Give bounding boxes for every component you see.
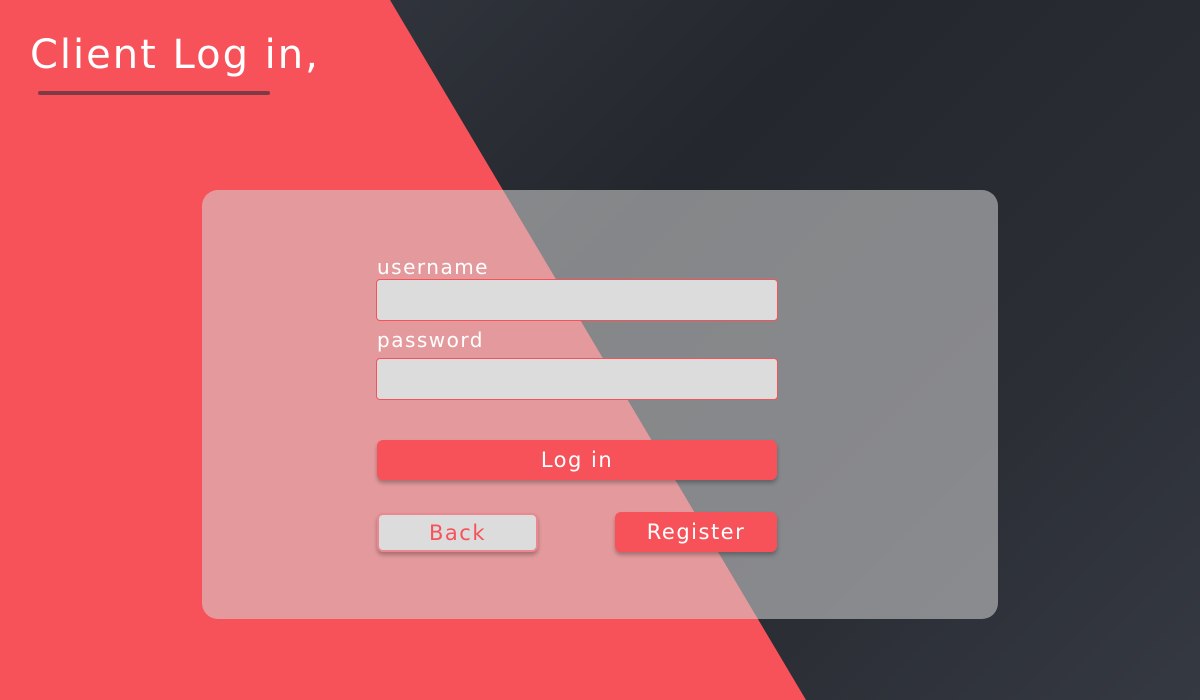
back-button[interactable]: Back: [377, 513, 538, 552]
page-title: Client Log in,: [30, 32, 320, 78]
login-panel: [202, 190, 998, 619]
username-field[interactable]: [376, 279, 778, 321]
password-label: password: [377, 328, 484, 352]
username-label: username: [377, 255, 489, 279]
register-button[interactable]: Register: [615, 512, 777, 552]
password-field[interactable]: [376, 358, 778, 400]
login-button[interactable]: Log in: [377, 440, 777, 480]
title-underline: [38, 91, 270, 95]
